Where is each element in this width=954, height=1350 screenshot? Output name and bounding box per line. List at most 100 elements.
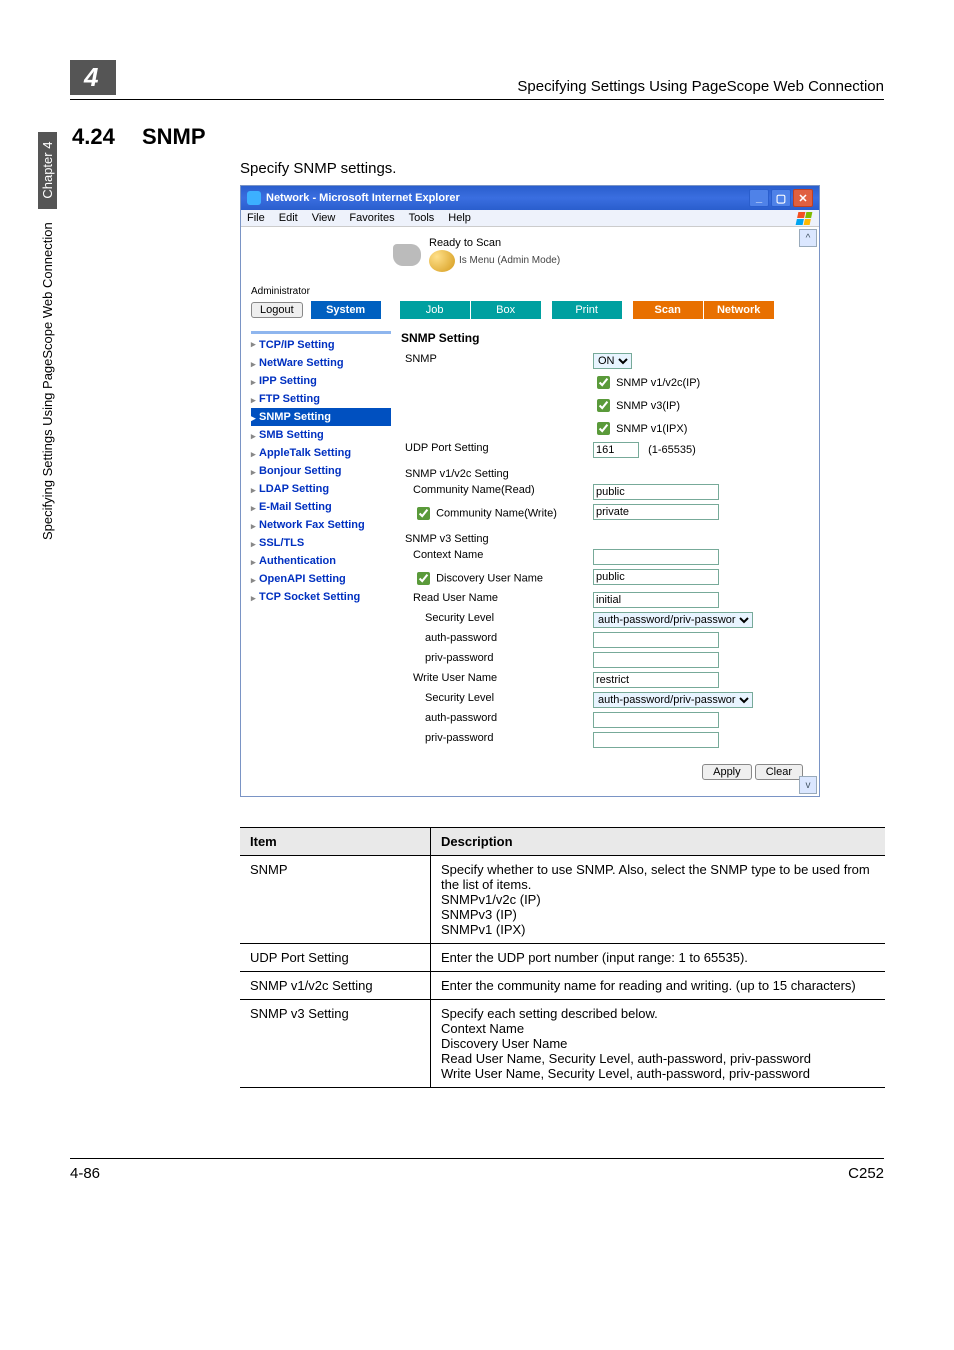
snmp-opt-v1v2c-ip[interactable]: SNMP v1/v2c(IP): [593, 377, 700, 389]
sidebar-item-smb-setting[interactable]: SMB Setting: [251, 426, 391, 444]
form-heading: SNMP Setting: [401, 331, 809, 345]
snmp-opt-v1-ipx[interactable]: SNMP v1(IPX): [593, 423, 687, 435]
footer-model: C252: [848, 1165, 884, 1182]
menu-favorites[interactable]: Favorites: [349, 212, 394, 224]
footer-page: 4-86: [70, 1165, 100, 1182]
read-priv-password-label: priv-password: [401, 650, 589, 670]
sidebar-item-bonjour-setting[interactable]: Bonjour Setting: [251, 462, 391, 480]
tab-network[interactable]: Network: [704, 301, 775, 319]
close-button[interactable]: ✕: [793, 189, 813, 207]
menu-help[interactable]: Help: [448, 212, 471, 224]
clear-button[interactable]: Clear: [755, 764, 803, 780]
context-name-label: Context Name: [401, 547, 589, 567]
window-titlebar: Network - Microsoft Internet Explorer _ …: [241, 186, 819, 210]
section-title: SNMP: [142, 124, 206, 150]
write-security-level-select[interactable]: auth-password/priv-password: [593, 692, 753, 708]
v1v2c-heading: SNMP v1/v2c Setting: [401, 460, 809, 482]
tab-box[interactable]: Box: [471, 301, 542, 319]
desc-item: SNMP v3 Setting: [240, 1000, 431, 1088]
menu-view[interactable]: View: [312, 212, 336, 224]
page-header: 4 Specifying Settings Using PageScope We…: [70, 60, 884, 100]
desc-text: Specify each setting described below.Con…: [431, 1000, 886, 1088]
desc-head-item: Item: [240, 828, 431, 856]
desc-text: Enter the community name for reading and…: [431, 972, 886, 1000]
sidebar-item-e-mail-setting[interactable]: E-Mail Setting: [251, 498, 391, 516]
snmp-opt-v1v2c-ip-checkbox[interactable]: [597, 376, 610, 389]
maximize-button[interactable]: ▢: [771, 189, 791, 207]
banner-line2: Is Menu (Admin Mode): [459, 255, 560, 267]
menu-edit[interactable]: Edit: [279, 212, 298, 224]
write-security-level-label: Security Level: [401, 690, 589, 710]
write-auth-password-input[interactable]: [593, 712, 719, 728]
scanner-icon: [393, 244, 421, 266]
community-read-input[interactable]: [593, 484, 719, 500]
sidebar-item-tcp-socket-setting[interactable]: TCP Socket Setting: [251, 588, 391, 606]
section-number: 4.24: [72, 124, 142, 150]
table-row: SNMP v3 SettingSpecify each setting desc…: [240, 1000, 885, 1088]
write-auth-password-label: auth-password: [401, 710, 589, 730]
logout-button[interactable]: Logout: [251, 302, 303, 318]
discovery-user-checkbox[interactable]: [417, 572, 430, 585]
desc-item: SNMP v1/v2c Setting: [240, 972, 431, 1000]
community-write-input[interactable]: [593, 504, 719, 520]
desc-text: Specify whether to use SNMP. Also, selec…: [431, 856, 886, 944]
v3-heading: SNMP v3 Setting: [401, 525, 809, 547]
udp-port-range: (1-65535): [648, 444, 696, 456]
screenshot-window: Network - Microsoft Internet Explorer _ …: [240, 185, 820, 797]
section-intro: Specify SNMP settings.: [240, 160, 884, 177]
community-write-label: Community Name(Write): [436, 508, 557, 520]
side-menu: TCP/IP SettingNetWare SettingIPP Setting…: [251, 329, 391, 786]
snmp-opt-v3-ip[interactable]: SNMP v3(IP): [593, 400, 680, 412]
udp-port-label: UDP Port Setting: [401, 440, 589, 460]
menu-file[interactable]: File: [247, 212, 265, 224]
sidebar-item-ldap-setting[interactable]: LDAP Setting: [251, 480, 391, 498]
read-security-level-select[interactable]: auth-password/priv-password: [593, 612, 753, 628]
side-tab-text: Specifying Settings Using PageScope Web …: [40, 222, 55, 540]
administrator-label: Administrator: [251, 286, 809, 297]
side-tab-chapter: Chapter 4: [38, 132, 57, 209]
desc-head-description: Description: [431, 828, 886, 856]
scroll-up-button[interactable]: ^: [799, 229, 817, 247]
context-name-input[interactable]: [593, 549, 719, 565]
snmp-label: SNMP: [401, 351, 589, 371]
sidebar-item-appletalk-setting[interactable]: AppleTalk Setting: [251, 444, 391, 462]
sidebar-item-snmp-setting[interactable]: SNMP Setting: [251, 408, 391, 426]
sidebar-item-authentication[interactable]: Authentication: [251, 552, 391, 570]
tab-job[interactable]: Job: [400, 301, 471, 319]
table-row: SNMP v1/v2c SettingEnter the community n…: [240, 972, 885, 1000]
tab-system[interactable]: System: [311, 301, 382, 319]
admin-mode-icon: [429, 250, 455, 272]
menu-tools[interactable]: Tools: [409, 212, 435, 224]
tab-scan[interactable]: Scan: [633, 301, 704, 319]
read-auth-password-input[interactable]: [593, 632, 719, 648]
desc-item: SNMP: [240, 856, 431, 944]
community-write-checkbox[interactable]: [417, 507, 430, 520]
table-row: SNMPSpecify whether to use SNMP. Also, s…: [240, 856, 885, 944]
apply-button[interactable]: Apply: [702, 764, 752, 780]
page-footer: 4-86 C252: [70, 1158, 884, 1182]
scroll-down-button[interactable]: v: [799, 776, 817, 794]
sidebar-item-ssl-tls[interactable]: SSL/TLS: [251, 534, 391, 552]
sidebar-item-network-fax-setting[interactable]: Network Fax Setting: [251, 516, 391, 534]
sidebar-item-tcp-ip-setting[interactable]: TCP/IP Setting: [251, 331, 391, 354]
sidebar-item-ipp-setting[interactable]: IPP Setting: [251, 372, 391, 390]
snmp-opt-v3-ip-checkbox[interactable]: [597, 399, 610, 412]
minimize-button[interactable]: _: [749, 189, 769, 207]
desc-text: Enter the UDP port number (input range: …: [431, 944, 886, 972]
read-priv-password-input[interactable]: [593, 652, 719, 668]
udp-port-input[interactable]: [593, 442, 639, 458]
section-heading: 4.24 SNMP: [72, 124, 884, 150]
snmp-select[interactable]: ON: [593, 353, 632, 369]
sidebar-item-netware-setting[interactable]: NetWare Setting: [251, 354, 391, 372]
discovery-user-input[interactable]: [593, 569, 719, 585]
write-user-label: Write User Name: [401, 670, 589, 690]
sidebar-item-ftp-setting[interactable]: FTP Setting: [251, 390, 391, 408]
read-user-label: Read User Name: [401, 590, 589, 610]
read-user-input[interactable]: [593, 592, 719, 608]
write-user-input[interactable]: [593, 672, 719, 688]
snmp-opt-v1-ipx-checkbox[interactable]: [597, 422, 610, 435]
tab-print[interactable]: Print: [552, 301, 623, 319]
write-priv-password-input[interactable]: [593, 732, 719, 748]
sidebar-item-openapi-setting[interactable]: OpenAPI Setting: [251, 570, 391, 588]
side-tab: Specifying Settings Using PageScope Web …: [40, 132, 55, 540]
